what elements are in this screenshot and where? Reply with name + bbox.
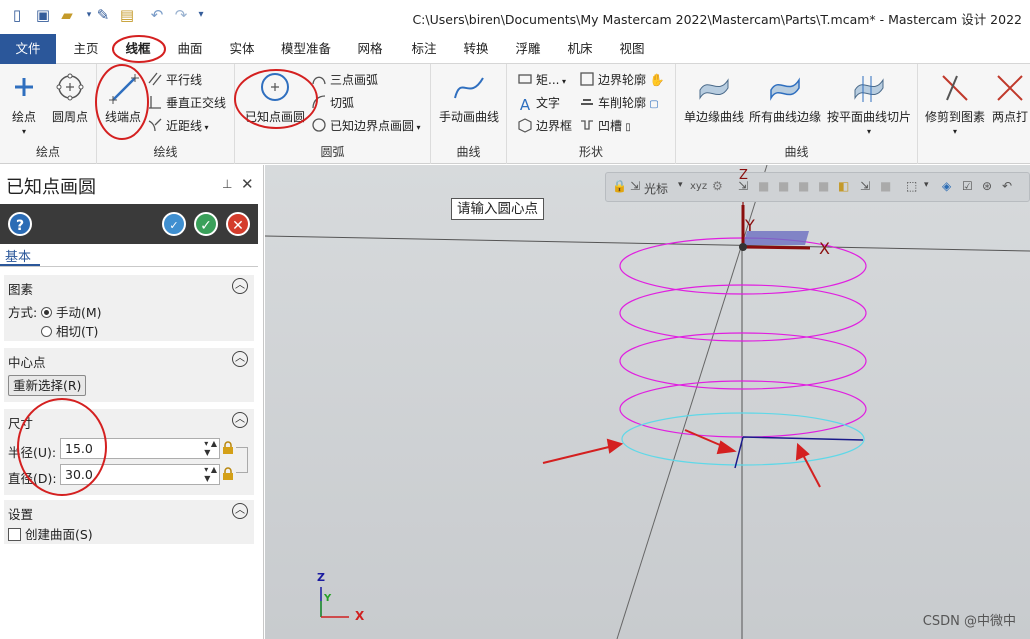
save-icon[interactable]: ▣ (34, 6, 52, 24)
undo-icon[interactable]: ↶ (1002, 179, 1012, 193)
watermark: CSDN @中微中 (922, 614, 1016, 629)
cube-icon[interactable]: ■ (798, 179, 809, 193)
folder-icon[interactable]: ▤ (118, 6, 136, 24)
viewport-scene (265, 165, 1030, 639)
ribbon-highlight-annotations (95, 64, 318, 140)
cube-icon[interactable]: ■ (818, 179, 829, 193)
cursor-label[interactable]: 光标 (644, 180, 668, 197)
axis-x-label: X (819, 239, 830, 258)
new-file-icon[interactable]: ▯ (8, 6, 26, 24)
open-folder-icon[interactable]: ▰ (58, 6, 76, 24)
window-title: C:\Users\biren\Documents\My Mastercam 20… (412, 12, 1022, 27)
chevron-down-icon[interactable]: ▾ (924, 180, 929, 190)
selection-mode-icon[interactable]: ◈ (942, 179, 951, 193)
title-bar: ▯ ▣ ▰ ▾ ✎ ▤ ↶ ↷ ▾ C:\Users\biren\Documen… (0, 0, 1030, 34)
triad-y-label: Y (324, 593, 332, 604)
redo-icon[interactable]: ↷ (172, 6, 190, 24)
helix-curve (619, 237, 867, 438)
triad-z-label: Z (317, 571, 325, 584)
axis-z-label: Z (739, 168, 748, 183)
origin-x-axis (742, 245, 811, 250)
tab-highlight-annotation (112, 35, 166, 63)
edit-icon[interactable]: ✎ (94, 6, 112, 24)
cube-icon[interactable]: ■ (880, 179, 891, 193)
select-icon[interactable]: ⇲ (860, 179, 870, 193)
ribbon-tab-bar: 文件 主页 线框 曲面 实体 模型准备 网格 标注 转换 浮雕 机床 视图 (0, 34, 1030, 64)
undo-icon[interactable]: ↶ (148, 6, 166, 24)
cube-icon[interactable]: ■ (758, 179, 769, 193)
prompt-message: 请输入圆心点 (451, 198, 544, 220)
window-select-icon[interactable]: ⬚ (906, 179, 917, 193)
solid-icon[interactable]: ◧ (838, 179, 849, 193)
origin-point (739, 243, 747, 251)
xyz-icon[interactable]: xyz (690, 181, 707, 192)
cube-icon[interactable]: ■ (778, 179, 789, 193)
triad-x-label: X (355, 609, 365, 623)
lock-icon[interactable]: 🔒 (612, 179, 627, 193)
verify-icon[interactable]: ☑ (962, 179, 973, 193)
gear-icon[interactable]: ⚙ (712, 179, 723, 193)
axis-y-label: Y (745, 216, 755, 235)
ribbon: 绘点 ▾ 圆周点 绘点 线端点 平行线 垂直正交线 近距线 ▾ 绘线 已知点画圆… (0, 64, 1030, 164)
chevron-down-icon[interactable]: ▾ (678, 180, 683, 190)
verify-icon[interactable]: ⊛ (982, 179, 992, 193)
size-highlight-annotation (17, 398, 107, 496)
view-toolbar: 🔒 ⇲ 光标 ▾ xyz ⚙ ⇲ ■ ■ ■ ■ ◧ ⇲ ■ ⬚ ▾ ◈ ☑ ⊛… (605, 172, 1030, 202)
graphics-viewport[interactable]: 🔒 ⇲ 光标 ▾ xyz ⚙ ⇲ ■ ■ ■ ■ ◧ ⇲ ■ ⬚ ▾ ◈ ☑ ⊛… (265, 165, 1030, 639)
function-panel: 已知点画圆 ⊥ ✕ ? ✓ ✓ ✕ 基本 图素 ︿ 方式: 手动(M) 相切(T… (0, 165, 264, 639)
customize-toolbar-icon[interactable]: ▾ (192, 6, 210, 24)
cursor-icon[interactable]: ⇲ (630, 179, 640, 193)
